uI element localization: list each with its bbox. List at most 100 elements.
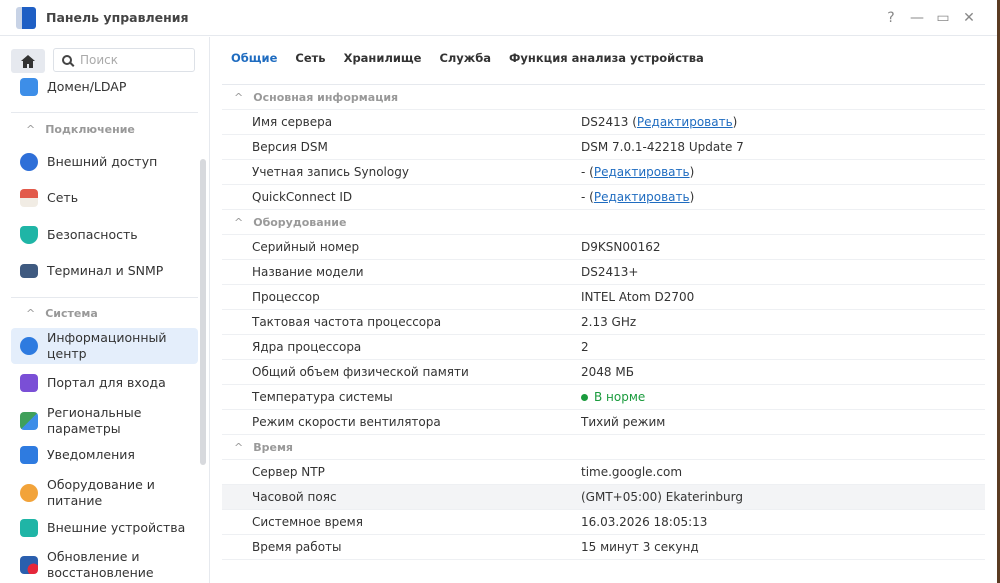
lightbulb-icon xyxy=(20,484,38,502)
notification-icon xyxy=(20,446,38,464)
row-label: QuickConnect ID xyxy=(252,190,353,204)
row-value: DS2413+ xyxy=(581,265,639,279)
network-icon xyxy=(20,189,38,207)
row-label: Название модели xyxy=(252,265,364,279)
minimize-button[interactable]: — xyxy=(904,10,930,26)
title-bar: Панель управления ? — ▭ ✕ xyxy=(0,0,1000,36)
tab-network[interactable]: Сеть xyxy=(286,48,334,68)
search-input[interactable]: Поиск xyxy=(53,48,195,72)
sidebar-item-notifications[interactable]: Уведомления xyxy=(11,445,198,465)
sidebar-scrollbar[interactable] xyxy=(200,159,206,465)
update-icon xyxy=(20,556,38,574)
info-table: ^ Основная информация Имя сервера DS2413 (Р… xyxy=(222,85,985,560)
row-value: 2.13 GHz xyxy=(581,315,637,329)
row-value: DS2413 (Редактировать) xyxy=(581,115,738,129)
edit-link[interactable]: Редактировать xyxy=(594,165,690,179)
edit-link[interactable]: Редактировать xyxy=(594,190,690,204)
sidebar-item-network[interactable]: Сеть xyxy=(11,188,198,208)
section-title: Оборудование xyxy=(253,215,347,229)
terminal-icon xyxy=(20,264,38,278)
tab-device-analytics[interactable]: Функция анализа устройства xyxy=(500,48,713,68)
row-label: Сервер NTP xyxy=(252,465,325,479)
sidebar-item-login-portal[interactable]: Портал для входа xyxy=(11,373,198,393)
table-row: Тактовая частота процессора 2.13 GHz xyxy=(222,310,985,335)
table-row: Процессор INTEL Atom D2700 xyxy=(222,285,985,310)
section-header[interactable]: ^ Время xyxy=(222,435,985,460)
divider xyxy=(11,297,198,298)
row-value: INTEL Atom D2700 xyxy=(581,290,695,304)
regional-icon xyxy=(20,412,38,430)
section-header-system[interactable]: Система xyxy=(26,307,98,320)
table-row: QuickConnect ID - (Редактировать) xyxy=(222,185,985,210)
row-value: - (Редактировать) xyxy=(581,190,695,204)
sidebar-item-terminal-snmp[interactable]: Терминал и SNMP xyxy=(11,261,198,281)
sidebar-item-info-center[interactable]: Информационный центр xyxy=(11,328,198,364)
sidebar-item-external-access[interactable]: Внешний доступ xyxy=(11,152,198,172)
row-label: Версия DSM xyxy=(252,140,328,154)
row-value: 2048 МБ xyxy=(581,365,634,379)
table-row: Время работы 15 минут 3 секунд xyxy=(222,535,985,560)
login-portal-icon xyxy=(20,374,38,392)
row-label: Имя сервера xyxy=(252,115,333,129)
status-dot-icon xyxy=(581,394,588,401)
row-label: Ядра процессора xyxy=(252,340,362,354)
row-value: Тихий режим xyxy=(581,415,666,429)
table-row: Системное время 16.03.2026 18:05:13 xyxy=(222,510,985,535)
shield-icon xyxy=(20,226,38,244)
tab-general[interactable]: Общие xyxy=(222,48,286,68)
section-header[interactable]: ^ Основная информация xyxy=(222,85,985,110)
row-value: time.google.com xyxy=(581,465,683,479)
table-row: Название модели DS2413+ xyxy=(222,260,985,285)
help-button[interactable]: ? xyxy=(878,10,904,26)
row-label: Режим скорости вентилятора xyxy=(252,415,441,429)
row-value: 2 xyxy=(581,340,589,354)
collapse-chevron-icon: ^ xyxy=(234,215,244,229)
tab-bar: Общие Сеть Хранилище Служба Функция анал… xyxy=(222,48,713,68)
external-device-icon xyxy=(20,519,38,537)
divider xyxy=(11,112,198,113)
sidebar-item-regional-options[interactable]: Региональные параметры xyxy=(11,403,198,439)
maximize-button[interactable]: ▭ xyxy=(930,10,956,26)
row-value: 16.03.2026 18:05:13 xyxy=(581,515,708,529)
table-row: Общий объем физической памяти 2048 МБ xyxy=(222,360,985,385)
row-label: Серийный номер xyxy=(252,240,360,254)
table-row: Режим скорости вентилятора Тихий режим xyxy=(222,410,985,435)
tab-storage[interactable]: Хранилище xyxy=(335,48,431,68)
table-row: Ядра процессора 2 xyxy=(222,335,985,360)
table-row: Сервер NTP time.google.com xyxy=(222,460,985,485)
row-value: 15 минут 3 секунд xyxy=(581,540,699,554)
row-label: Системное время xyxy=(252,515,363,529)
section-title: Основная информация xyxy=(253,90,399,104)
sidebar-item-update-restore[interactable]: Обновление и восстановление xyxy=(11,547,198,583)
search-icon xyxy=(62,55,72,65)
sidebar-item-domain-ldap[interactable]: Домен/LDAP xyxy=(11,77,198,97)
home-button[interactable] xyxy=(11,49,45,73)
row-label: Тактовая частота процессора xyxy=(252,315,442,329)
table-row: Часовой пояс (GMT+05:00) Ekaterinburg xyxy=(222,485,985,510)
tab-service[interactable]: Служба xyxy=(430,48,500,68)
sidebar-item-external-devices[interactable]: Внешние устройства xyxy=(11,518,198,538)
collapse-chevron-icon: ^ xyxy=(234,440,244,454)
table-row: Учетная запись Synology - (Редактировать) xyxy=(222,160,985,185)
domain-icon xyxy=(20,78,38,96)
sidebar-item-security[interactable]: Безопасность xyxy=(11,225,198,245)
section-header-connection[interactable]: Подключение xyxy=(26,123,135,136)
sidebar-item-hardware-power[interactable]: Оборудование и питание xyxy=(11,475,198,511)
window-title: Панель управления xyxy=(46,10,189,25)
row-value: В норме xyxy=(581,390,645,404)
row-label: Температура системы xyxy=(252,390,393,404)
section-header[interactable]: ^ Оборудование xyxy=(222,210,985,235)
sidebar: Поиск Домен/LDAP Подключение Внешний дос… xyxy=(0,37,210,583)
row-label: Общий объем физической памяти xyxy=(252,365,469,379)
row-label: Время работы xyxy=(252,540,342,554)
row-value: D9KSN00162 xyxy=(581,240,661,254)
table-row: Серийный номер D9KSN00162 xyxy=(222,235,985,260)
home-icon xyxy=(21,54,35,68)
section-title: Время xyxy=(253,440,293,454)
collapse-chevron-icon: ^ xyxy=(234,90,244,104)
table-row: Имя сервера DS2413 (Редактировать) xyxy=(222,110,985,135)
close-button[interactable]: ✕ xyxy=(956,10,982,26)
edit-link[interactable]: Редактировать xyxy=(637,115,733,129)
external-access-icon xyxy=(20,153,38,171)
row-value: - (Редактировать) xyxy=(581,165,695,179)
